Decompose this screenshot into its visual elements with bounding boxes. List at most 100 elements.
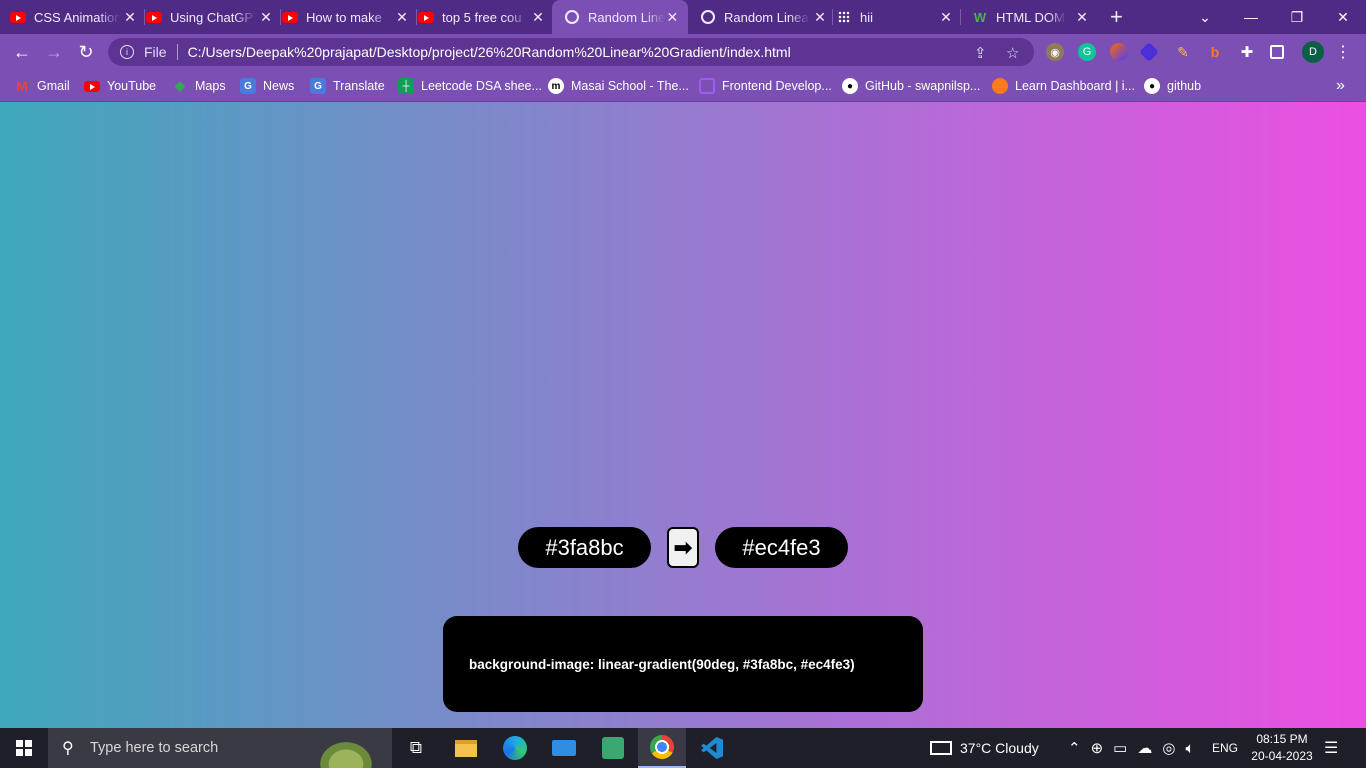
edge-button[interactable] xyxy=(491,728,539,768)
taskbar-search[interactable]: ⚲ Type here to search xyxy=(48,728,392,768)
notifications-button[interactable]: ☰ xyxy=(1324,728,1338,768)
w3schools-icon: W xyxy=(973,9,987,25)
address-bar[interactable]: i File C:/Users/Deepak%20prajapat/Deskto… xyxy=(108,38,1034,66)
camera-icon[interactable]: ◎ xyxy=(1162,739,1175,757)
tab-random-linear[interactable]: Random Linear ✕ xyxy=(700,4,828,30)
close-icon[interactable]: ✕ xyxy=(1074,9,1090,26)
language-indicator[interactable]: ENG xyxy=(1212,728,1238,768)
info-icon[interactable]: i xyxy=(120,45,134,59)
bookmark-label: Maps xyxy=(195,79,226,93)
bookmark-github-swapnil[interactable]: ● GitHub - swapnilsp... xyxy=(842,77,980,95)
close-icon[interactable]: ✕ xyxy=(258,9,274,26)
bookmark-news[interactable]: G News xyxy=(240,77,294,95)
close-icon[interactable]: ✕ xyxy=(938,9,954,26)
close-icon[interactable]: ✕ xyxy=(665,9,680,26)
plus-icon: + xyxy=(1110,4,1123,29)
tab-how-to-make[interactable]: How to make ✕ xyxy=(282,4,410,30)
url-text[interactable]: C:/Users/Deepak%20prajapat/Desktop/proje… xyxy=(188,44,791,60)
scheme-label: File xyxy=(144,44,167,60)
windows-taskbar: ⚲ Type here to search ⧉ 37°C Cloudy ⌃ ⊕ … xyxy=(0,728,1366,768)
owl-extension-icon[interactable]: ◉ xyxy=(1046,43,1064,61)
cloud-icon[interactable]: ☁ xyxy=(1137,739,1152,757)
new-tab-button[interactable]: + xyxy=(1110,4,1130,30)
close-icon[interactable]: ✕ xyxy=(394,9,410,26)
bookmark-frontend[interactable]: Frontend Develop... xyxy=(699,77,832,95)
tab-css-animation[interactable]: CSS Animation ✕ xyxy=(10,4,138,30)
weather-text: 37°C Cloudy xyxy=(960,740,1039,756)
grammarly-icon[interactable]: G xyxy=(1078,43,1096,61)
vscode-icon xyxy=(701,737,723,759)
sheets-icon: ┼ xyxy=(398,78,414,94)
desktop: CSS Animation ✕ Using ChatGPT ✕ How to m… xyxy=(0,0,1366,768)
bookmark-learn-dashboard[interactable]: Learn Dashboard | i... xyxy=(992,77,1135,95)
close-window-button[interactable]: ✕ xyxy=(1320,0,1366,34)
avatar[interactable]: D xyxy=(1302,41,1324,63)
bing-icon[interactable]: b xyxy=(1206,43,1224,61)
back-button[interactable]: ← xyxy=(10,40,34,64)
volume-icon[interactable]: 🔈︎ xyxy=(1185,740,1194,757)
tab-random-linear-active[interactable]: Random Linear ✕ xyxy=(552,0,688,34)
tab-label: hii xyxy=(860,9,874,25)
share-icon[interactable]: ⇪ xyxy=(974,44,987,62)
gmail-icon: M xyxy=(16,78,28,94)
more-bookmarks-button[interactable]: » xyxy=(1336,77,1345,95)
system-tray: ⌃ ⊕ ▭ ☁ ◎ 🔈︎ xyxy=(1068,728,1194,768)
tab-strip: CSS Animation ✕ Using ChatGPT ✕ How to m… xyxy=(0,0,1366,34)
minimize-button[interactable]: — xyxy=(1228,0,1274,34)
translate-icon: G xyxy=(310,78,326,94)
bookmark-leetcode[interactable]: ┼ Leetcode DSA shee... xyxy=(398,77,542,95)
star-icon[interactable]: ☆ xyxy=(1006,44,1019,62)
diamond-extension-icon[interactable] xyxy=(1139,42,1159,62)
tab-html-dom[interactable]: W HTML DOM S ✕ xyxy=(972,4,1090,30)
tab-search-button[interactable]: ⌄ xyxy=(1182,0,1228,34)
chevron-double-right-icon: » xyxy=(1336,77,1345,94)
menu-icon[interactable]: ⋮ xyxy=(1334,43,1352,61)
minimize-icon: — xyxy=(1244,9,1258,25)
close-icon[interactable]: ✕ xyxy=(812,9,828,26)
restore-button[interactable]: ❐ xyxy=(1274,0,1320,34)
clock[interactable]: 08:15 PM 20-04-2023 xyxy=(1246,731,1318,765)
tab-top-5-free[interactable]: top 5 free cou ✕ xyxy=(418,4,546,30)
bookmark-masai[interactable]: m Masai School - The... xyxy=(548,77,689,95)
youtube-icon xyxy=(146,9,162,25)
forward-button[interactable]: → xyxy=(42,40,66,64)
battery-icon[interactable]: ▭ xyxy=(1113,739,1127,757)
close-icon[interactable]: ✕ xyxy=(122,9,138,26)
puzzle-icon[interactable]: ✚ xyxy=(1238,43,1256,61)
restore-icon: ❐ xyxy=(1290,8,1304,25)
close-icon[interactable]: ✕ xyxy=(530,9,546,26)
weather-widget[interactable]: 37°C Cloudy xyxy=(930,728,1039,768)
vscode-button[interactable] xyxy=(688,728,736,768)
bookmark-youtube[interactable]: YouTube xyxy=(84,77,156,95)
globe-icon xyxy=(564,9,580,25)
solitaire-button[interactable] xyxy=(589,728,637,768)
task-view-button[interactable]: ⧉ xyxy=(392,728,440,768)
bookmark-gmail[interactable]: M Gmail xyxy=(14,77,70,95)
bookmark-label: Learn Dashboard | i... xyxy=(1015,79,1135,93)
learn-icon xyxy=(992,78,1008,94)
reload-button[interactable]: ↻ xyxy=(74,40,98,64)
side-panel-icon[interactable] xyxy=(1270,45,1284,59)
bookmark-maps[interactable]: ◆ Maps xyxy=(172,77,226,95)
tab-using-chatgpt[interactable]: Using ChatGPT ✕ xyxy=(146,4,274,30)
color-right-button[interactable]: #ec4fe3 xyxy=(715,527,848,568)
start-button[interactable] xyxy=(0,728,48,768)
bookmark-label: Frontend Develop... xyxy=(722,79,832,93)
chrome-button[interactable] xyxy=(638,728,686,768)
css-output-text: background-image: linear-gradient(90deg,… xyxy=(469,656,855,672)
extension-icon[interactable] xyxy=(1110,43,1128,61)
bookmark-translate[interactable]: G Translate xyxy=(310,77,385,95)
chevron-up-icon[interactable]: ⌃ xyxy=(1068,739,1081,757)
bookmark-label: GitHub - swapnilsp... xyxy=(865,79,981,93)
chrome-icon xyxy=(650,735,674,759)
color-left-button[interactable]: #3fa8bc xyxy=(518,527,651,568)
bookmark-label: Masai School - The... xyxy=(571,79,689,93)
swap-button[interactable]: ➡ xyxy=(667,527,699,568)
mail-button[interactable] xyxy=(540,728,588,768)
network-globe-icon[interactable]: ⊕ xyxy=(1091,739,1104,757)
date-text: 20-04-2023 xyxy=(1251,749,1313,763)
file-explorer-button[interactable] xyxy=(442,728,490,768)
tab-hii[interactable]: hii ✕ xyxy=(836,4,954,30)
bookmark-github[interactable]: ● github xyxy=(1144,77,1201,95)
pen-extension-icon[interactable]: ✎ xyxy=(1174,43,1192,61)
